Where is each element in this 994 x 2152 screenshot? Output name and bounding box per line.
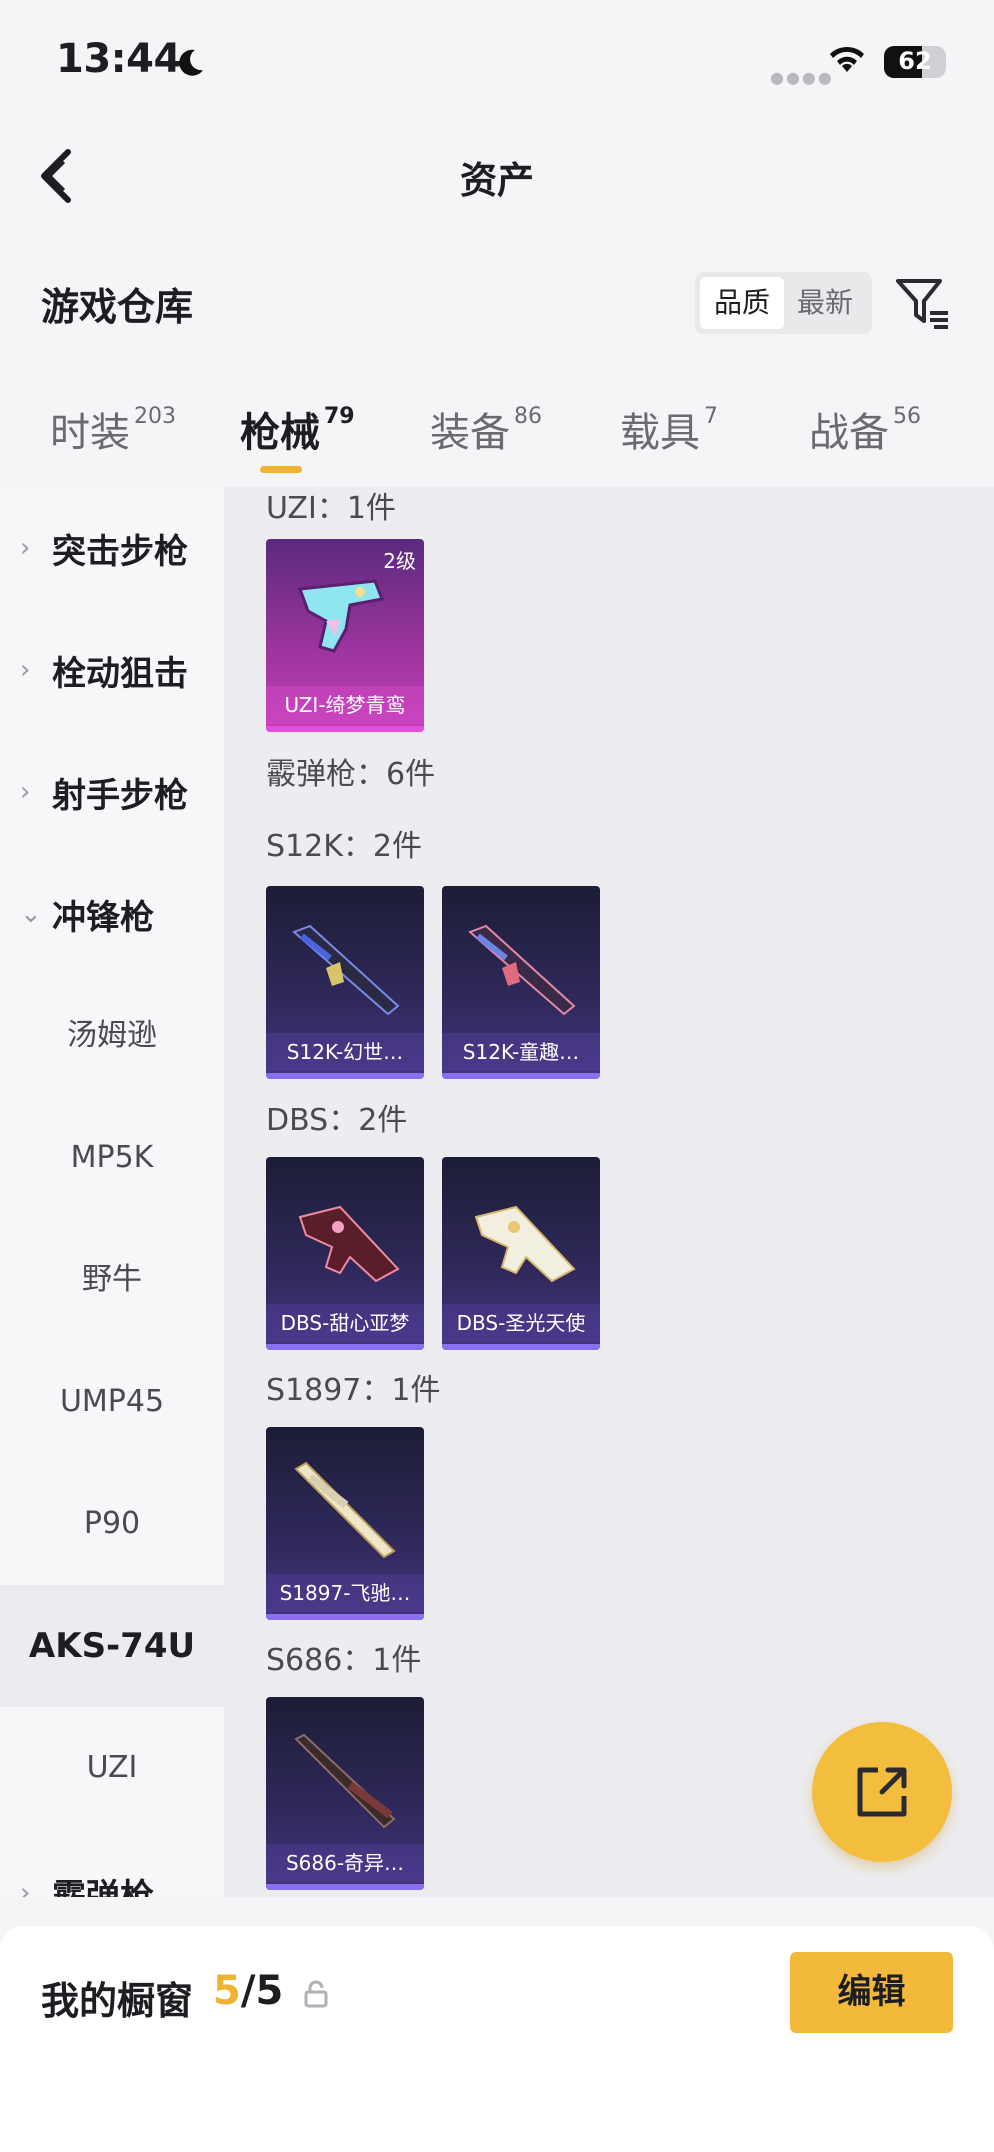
chevron-right-icon: › bbox=[20, 655, 31, 685]
active-tab-indicator bbox=[260, 466, 302, 473]
shotgun-icon bbox=[474, 1205, 576, 1283]
sort-toggle: 品质 最新 bbox=[695, 272, 872, 334]
page-title: 资产 bbox=[460, 159, 534, 202]
showcase-label: 我的橱窗 bbox=[41, 1979, 194, 2023]
shotgun-icon bbox=[468, 924, 576, 1016]
chevron-right-icon: › bbox=[20, 1878, 31, 1897]
sort-latest-button[interactable]: 最新 bbox=[783, 277, 867, 329]
sidebar-subitem-aks74u[interactable]: AKS-74U bbox=[0, 1585, 224, 1707]
weapon-grid: UZI：1件 2级 UZI-绮梦青鸾 霰弹枪：6件 S12K：2件 S12K-幻… bbox=[224, 487, 994, 1897]
weapon-card[interactable]: S1897-飞驰… bbox=[266, 1427, 424, 1620]
sidebar-item-assault-rifle[interactable]: › 突击步枪 bbox=[0, 487, 224, 609]
sidebar-item-shotgun[interactable]: › 霰弹枪 bbox=[0, 1832, 224, 1898]
weapon-card[interactable]: DBS-甜心亚梦 bbox=[266, 1157, 424, 1350]
warehouse-title: 游戏仓库 bbox=[41, 285, 194, 329]
rarity-bar bbox=[442, 1344, 600, 1350]
sidebar-subitem-mp5k[interactable]: MP5K bbox=[0, 1097, 224, 1219]
shotgun-icon bbox=[298, 1205, 400, 1283]
sidebar-subitem-ump45[interactable]: UMP45 bbox=[0, 1341, 224, 1463]
card-name: S12K-童趣… bbox=[442, 1033, 600, 1071]
card-name: S686-奇异… bbox=[266, 1844, 424, 1882]
battery-level: 62 bbox=[898, 47, 932, 75]
rarity-bar bbox=[266, 1344, 424, 1350]
tab-vehicles[interactable]: 载具 7 bbox=[620, 400, 718, 458]
edit-button[interactable]: 编辑 bbox=[790, 1952, 953, 2033]
group-label-dbs: DBS：2件 bbox=[266, 1103, 408, 1138]
sidebar-subitem-p90[interactable]: P90 bbox=[0, 1463, 224, 1585]
lock-icon bbox=[304, 1980, 328, 2008]
group-label-shotguns: 霰弹枪：6件 bbox=[266, 757, 436, 792]
share-icon bbox=[857, 1767, 907, 1817]
wifi-icon bbox=[830, 46, 864, 72]
group-label-uzi: UZI：1件 bbox=[266, 491, 396, 526]
card-name: UZI-绮梦青鸾 bbox=[266, 686, 424, 724]
showcase-count: 5/5 bbox=[213, 1968, 284, 2014]
rarity-bar bbox=[266, 1073, 424, 1079]
filter-icon[interactable] bbox=[894, 275, 952, 333]
tab-guns[interactable]: 枪械 79 bbox=[240, 400, 355, 458]
weapon-card[interactable]: S12K-童趣… bbox=[442, 886, 600, 1079]
shotgun-icon bbox=[294, 1733, 396, 1829]
category-sidebar: › 突击步枪 › 栓动狙击 › 射手步枪 ⌄ 冲锋枪 汤姆逊 MP5K 野牛 UMP45… bbox=[0, 487, 224, 1897]
shotgun-icon bbox=[292, 924, 400, 1016]
card-name: S1897-飞驰… bbox=[266, 1574, 424, 1612]
chevron-right-icon: › bbox=[20, 777, 31, 807]
sidebar-subitem-bizon[interactable]: 野牛 bbox=[0, 1219, 224, 1341]
card-name: DBS-甜心亚梦 bbox=[266, 1304, 424, 1342]
tab-supplies[interactable]: 战备 56 bbox=[809, 400, 921, 458]
card-name: S12K-幻世… bbox=[266, 1033, 424, 1071]
weapon-card[interactable]: S686-奇异… bbox=[266, 1697, 424, 1890]
sidebar-subitem-uzi[interactable]: UZI bbox=[0, 1707, 224, 1829]
moon-icon bbox=[179, 49, 203, 76]
sidebar-item-smg[interactable]: ⌄ 冲锋枪 bbox=[0, 853, 224, 975]
weapon-card[interactable]: S12K-幻世… bbox=[266, 886, 424, 1079]
sidebar-item-bolt-sniper[interactable]: › 栓动狙击 bbox=[0, 609, 224, 731]
chevron-right-icon: › bbox=[20, 533, 31, 563]
group-label-s1897: S1897：1件 bbox=[266, 1373, 441, 1408]
chevron-down-icon: ⌄ bbox=[20, 899, 42, 929]
rarity-bar bbox=[266, 1614, 424, 1620]
weapon-card[interactable]: 2级 UZI-绮梦青鸾 bbox=[266, 539, 424, 732]
rarity-bar bbox=[442, 1073, 600, 1079]
rarity-bar bbox=[266, 1884, 424, 1890]
tab-fashion[interactable]: 时装 203 bbox=[50, 400, 176, 458]
group-label-s12k: S12K：2件 bbox=[266, 829, 422, 864]
sidebar-subitem-thompson[interactable]: 汤姆逊 bbox=[0, 975, 224, 1097]
rarity-bar bbox=[266, 726, 424, 732]
sort-quality-button[interactable]: 品质 bbox=[700, 277, 784, 329]
status-time: 13:44 bbox=[56, 36, 181, 82]
group-label-s686: S686：1件 bbox=[266, 1643, 422, 1678]
tab-equipment[interactable]: 装备 86 bbox=[430, 400, 542, 458]
shotgun-icon bbox=[294, 1461, 396, 1559]
card-name: DBS-圣光天使 bbox=[442, 1304, 600, 1342]
share-button[interactable] bbox=[812, 1722, 952, 1862]
battery-icon: 62 bbox=[884, 46, 946, 78]
weapon-card[interactable]: DBS-圣光天使 bbox=[442, 1157, 600, 1350]
sidebar-item-marksman-rifle[interactable]: › 射手步枪 bbox=[0, 731, 224, 853]
smg-icon bbox=[297, 579, 385, 653]
